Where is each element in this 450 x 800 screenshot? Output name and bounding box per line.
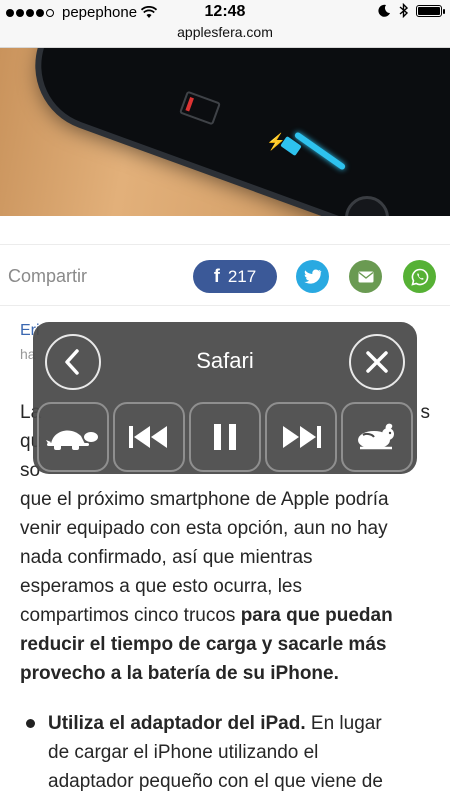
close-button[interactable] <box>349 334 405 390</box>
whatsapp-icon <box>410 268 428 286</box>
charging-bolt-icon: ⚡ <box>266 134 286 151</box>
mail-icon <box>358 271 373 282</box>
rabbit-icon <box>358 423 394 450</box>
do-not-disturb-moon-icon <box>378 4 390 17</box>
media-control-overlay: Safari <box>33 322 417 474</box>
turtle-icon <box>46 430 98 450</box>
battery-level <box>418 6 440 15</box>
iphone-illustration <box>24 48 450 216</box>
next-track-icon <box>283 426 321 448</box>
email-share-button[interactable] <box>349 260 382 293</box>
battery-icon <box>416 4 445 17</box>
article-hero-image: ⚡ <box>0 48 450 216</box>
facebook-share-count: 217 <box>227 266 257 286</box>
share-bar: Compartir f 217 <box>0 244 450 306</box>
pause-button[interactable] <box>189 402 261 472</box>
previous-track-button[interactable] <box>113 402 185 472</box>
close-icon <box>366 351 388 373</box>
whatsapp-share-button[interactable] <box>403 260 436 293</box>
facebook-share-button[interactable]: f 217 <box>193 260 277 293</box>
faster-speed-button[interactable] <box>341 402 413 472</box>
status-bar: pepephone 12:48 <box>0 0 450 24</box>
previous-track-icon <box>129 426 167 448</box>
url-bar[interactable]: applesfera.com <box>0 24 450 48</box>
bluetooth-icon <box>399 3 408 18</box>
playback-controls <box>37 402 413 472</box>
facebook-icon: f <box>213 266 220 286</box>
slower-speed-button[interactable] <box>37 402 109 472</box>
share-label: Compartir <box>8 266 88 286</box>
pause-icon <box>214 424 236 450</box>
status-icons <box>378 3 445 18</box>
list-item: Utiliza el adaptador del iPad. En lugar … <box>20 709 430 796</box>
url-domain: applesfera.com <box>177 24 273 40</box>
twitter-share-button[interactable] <box>296 260 329 293</box>
bullet-icon <box>26 719 35 728</box>
twitter-icon <box>303 269 321 284</box>
next-track-button[interactable] <box>265 402 337 472</box>
